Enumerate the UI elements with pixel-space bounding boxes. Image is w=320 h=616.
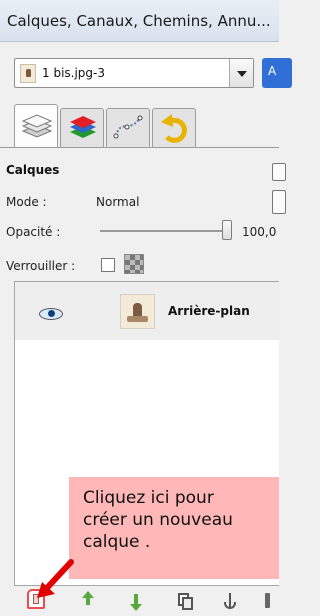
- alpha-checker-icon: [124, 254, 144, 274]
- auto-button[interactable]: A: [262, 58, 292, 88]
- more-actions-button[interactable]: [258, 591, 278, 611]
- callout-line-3: calque .: [83, 532, 151, 552]
- layer-toolbar: [0, 586, 279, 616]
- visibility-eye-icon[interactable]: [39, 308, 63, 320]
- layer-row[interactable]: Arrière-plan: [15, 282, 280, 340]
- image-selector-dropdown-button[interactable]: [229, 59, 253, 87]
- mode-dropdown-button[interactable]: [272, 190, 286, 214]
- lock-label: Verrouiller :: [6, 259, 76, 273]
- image-selector-value: 1 bis.jpg-3: [42, 66, 105, 80]
- window-title: Calques, Canaux, Chemins, Annu...: [7, 12, 271, 30]
- panel-menu-button[interactable]: [272, 163, 286, 181]
- tab-paths[interactable]: [106, 108, 150, 148]
- layers-icon: [21, 114, 53, 138]
- anchor-layer-button[interactable]: [220, 591, 240, 611]
- layer-thumbnail: [120, 294, 155, 329]
- tab-separator: [0, 147, 279, 148]
- layers-section-title: Calques: [6, 163, 60, 177]
- layer-name[interactable]: Arrière-plan: [168, 304, 250, 318]
- callout-line-1: Cliquez ici pour: [83, 488, 214, 508]
- tab-layers[interactable]: [14, 104, 58, 148]
- opacity-label: Opacité :: [6, 225, 61, 239]
- portrait-icon: [127, 303, 148, 322]
- lock-alpha-checkbox[interactable]: [101, 258, 115, 272]
- opacity-slider-track[interactable]: [100, 230, 230, 232]
- lower-layer-button[interactable]: [126, 591, 146, 611]
- channels-icon: [70, 116, 96, 138]
- tab-undo[interactable]: [152, 108, 196, 148]
- image-selector[interactable]: 1 bis.jpg-3: [14, 58, 254, 88]
- tab-channels[interactable]: [60, 108, 104, 148]
- image-thumbnail-icon: [20, 64, 36, 83]
- raise-layer-button[interactable]: [78, 591, 98, 611]
- window-title-bar: Calques, Canaux, Chemins, Annu...: [0, 0, 279, 42]
- opacity-slider-thumb[interactable]: [222, 220, 232, 240]
- mode-label: Mode :: [6, 195, 47, 209]
- paths-icon: [113, 115, 143, 139]
- instruction-callout: Cliquez ici pour créer un nouveau calque…: [69, 477, 279, 579]
- new-layer-button[interactable]: [25, 587, 47, 611]
- opacity-value[interactable]: 100,0: [242, 225, 276, 239]
- mode-value[interactable]: Normal: [96, 195, 139, 209]
- callout-line-2: créer un nouveau: [83, 510, 233, 530]
- duplicate-layer-button[interactable]: [174, 591, 194, 611]
- undo-icon: [161, 114, 187, 143]
- dock-tabs: [14, 104, 279, 148]
